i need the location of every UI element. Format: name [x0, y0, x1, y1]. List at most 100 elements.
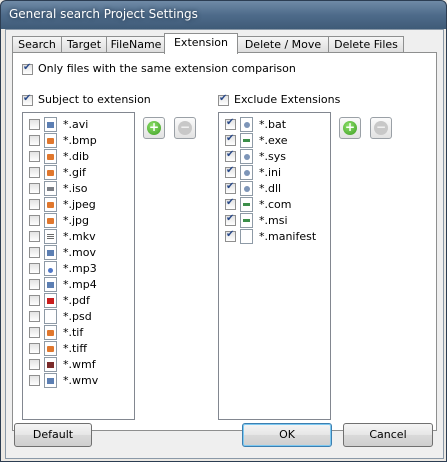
subject-extension-item-label: *.mp3 [63, 262, 97, 275]
exclude-extension-item-label: *.ini [259, 166, 282, 179]
subject-extension-list[interactable]: *.avi *.bmp *.dib *.gif *.iso *.jpeg *.jpg *.mk… [22, 112, 135, 420]
subject-extension-item-label: *.gif [63, 166, 86, 179]
exclude-extension-item-label: *.bat [259, 118, 287, 131]
tab-delete-move[interactable]: Delete / Move [237, 36, 329, 53]
minus-icon: − [374, 120, 388, 135]
image-icon [44, 213, 57, 228]
film-icon [44, 373, 57, 388]
picture-icon [44, 357, 57, 372]
window-title: General search Project Settings [9, 7, 198, 21]
exclude-extension-item-checkbox[interactable] [225, 165, 236, 178]
application-icon [240, 133, 253, 148]
subject-extension-item-label: *.tif [63, 326, 84, 339]
tab-search[interactable]: Search [12, 36, 62, 53]
dialog-client: Search Target FileName Extension Delete … [5, 29, 444, 459]
subject-extension-item-label: *.jpeg [63, 198, 96, 211]
installer-icon [240, 213, 253, 228]
gear-icon [240, 149, 253, 164]
exclude-extension-item-checkbox[interactable] [225, 133, 236, 146]
exclude-extension-item-checkbox[interactable] [225, 117, 236, 130]
subject-extension-item-checkbox[interactable] [29, 359, 40, 370]
subject-extension-item-checkbox[interactable] [29, 215, 40, 226]
dialog-window: General search Project Settings Search T… [0, 0, 447, 462]
exclude-extension-item-label: *.manifest [259, 230, 317, 243]
subject-extension-item-label: *.iso [63, 182, 88, 195]
subject-extension-checkbox[interactable] [22, 93, 33, 106]
subject-extension-item-label: *.mov [63, 246, 96, 259]
subject-extension-item-label: *.wmv [63, 374, 99, 387]
disc-image-icon [44, 181, 57, 196]
gear-icon [240, 181, 253, 196]
subject-extension-item-checkbox[interactable] [29, 327, 40, 338]
application-icon [240, 197, 253, 212]
exclude-extension-item-checkbox[interactable] [225, 197, 236, 210]
add-exclude-extension-button[interactable]: + [339, 117, 361, 139]
film-icon [44, 245, 57, 260]
tab-extension[interactable]: Extension [164, 33, 238, 54]
exclude-extension-item-checkbox[interactable] [225, 181, 236, 194]
subject-extension-item-label: *.jpg [63, 214, 90, 227]
subject-extension-item-label: *.avi [63, 118, 89, 131]
subject-extension-label: Subject to extension [38, 93, 151, 106]
image-icon [44, 325, 57, 340]
exclude-extension-item-label: *.com [259, 198, 292, 211]
same-extension-label: Only files with the same extension compa… [38, 62, 296, 75]
subject-extension-item-label: *.wmf [63, 358, 96, 371]
subject-extension-item-checkbox[interactable] [29, 135, 40, 146]
subject-extension-item-checkbox[interactable] [29, 279, 40, 290]
subject-extension-item-checkbox[interactable] [29, 247, 40, 258]
tab-delete-files[interactable]: Delete Files [328, 36, 404, 53]
subject-extension-item-label: *.mp4 [63, 278, 97, 291]
image-icon [44, 341, 57, 356]
music-icon [44, 261, 57, 276]
subject-extension-item-label: *.mkv [63, 230, 96, 243]
exclude-extension-item-label: *.exe [259, 134, 288, 147]
subject-extension-item-label: *.psd [63, 310, 92, 323]
exclude-extension-item-checkbox[interactable] [225, 229, 236, 242]
subject-extension-item-checkbox[interactable] [29, 231, 40, 242]
subject-extension-item-checkbox[interactable] [29, 263, 40, 274]
exclude-extension-item-label: *.sys [259, 150, 286, 163]
image-icon [44, 197, 57, 212]
remove-exclude-extension-button[interactable]: − [370, 117, 392, 139]
film-icon [44, 117, 57, 132]
extension-panel: Only files with the same extension compa… [12, 52, 437, 431]
gear-icon [240, 165, 253, 180]
exclude-extension-list[interactable]: *.bat *.exe *.sys *.ini *.dll *.com *.msi *.man… [218, 112, 331, 420]
image-icon [44, 165, 57, 180]
exclude-extensions-label: Exclude Extensions [234, 93, 341, 106]
remove-subject-extension-button[interactable]: − [174, 117, 196, 139]
ok-button[interactable]: OK [242, 423, 332, 447]
exclude-extension-item-label: *.msi [259, 214, 288, 227]
minus-icon: − [178, 120, 192, 135]
pdf-icon [44, 293, 57, 308]
tab-target[interactable]: Target [61, 36, 107, 53]
subject-extension-item-checkbox[interactable] [29, 311, 40, 322]
subject-extension-item-label: *.bmp [63, 134, 97, 147]
subject-extension-item-checkbox[interactable] [29, 183, 40, 194]
subject-extension-item-checkbox[interactable] [29, 199, 40, 210]
subject-extension-item-checkbox[interactable] [29, 167, 40, 178]
exclude-extensions-checkbox[interactable] [218, 93, 229, 106]
blank-file-icon [44, 309, 57, 324]
plus-icon: + [147, 120, 161, 135]
subject-extension-item-checkbox[interactable] [29, 343, 40, 354]
subject-extension-item-checkbox[interactable] [29, 151, 40, 162]
document-icon [44, 229, 57, 244]
tab-filename[interactable]: FileName [106, 36, 166, 53]
gear-icon [240, 117, 253, 132]
subject-extension-item-checkbox[interactable] [29, 375, 40, 386]
image-icon [44, 133, 57, 148]
subject-extension-item-checkbox[interactable] [29, 295, 40, 306]
exclude-extension-item-checkbox[interactable] [225, 149, 236, 162]
cancel-button[interactable]: Cancel [343, 423, 433, 447]
exclude-extension-item-checkbox[interactable] [225, 213, 236, 226]
exclude-extension-item-label: *.dll [259, 182, 282, 195]
subject-extension-item-label: *.dib [63, 150, 90, 163]
add-subject-extension-button[interactable]: + [143, 117, 165, 139]
default-button[interactable]: Default [14, 423, 92, 447]
image-icon [44, 149, 57, 164]
subject-extension-item-checkbox[interactable] [29, 119, 40, 130]
blank-file-icon [240, 229, 253, 244]
same-extension-checkbox[interactable] [22, 62, 33, 75]
